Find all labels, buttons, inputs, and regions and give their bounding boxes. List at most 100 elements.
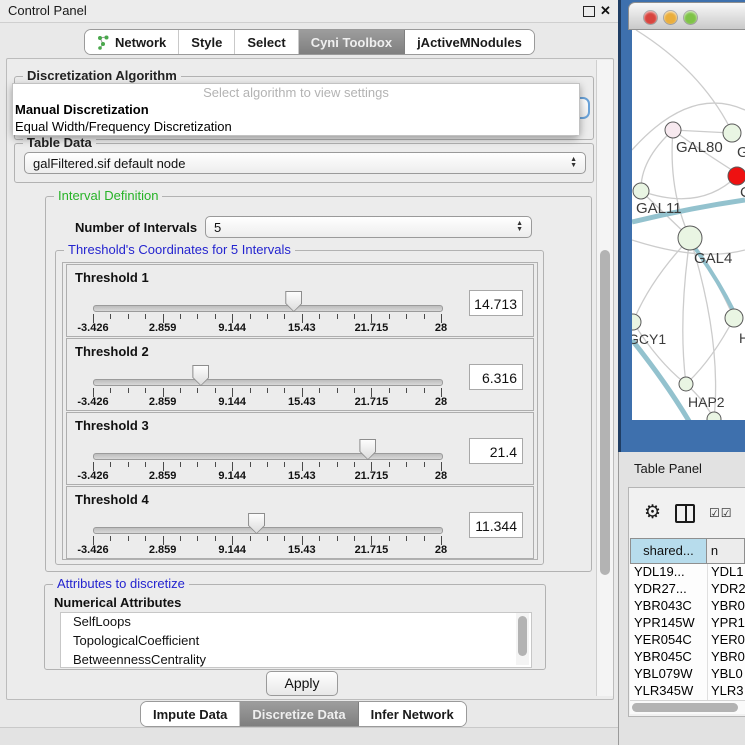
tab-infer-network[interactable]: Infer Network (359, 702, 466, 726)
numerical-attributes-list[interactable]: SelfLoopsTopologicalCoefficientBetweenne… (60, 612, 532, 668)
tick-mark (180, 536, 181, 541)
threshold-value-field[interactable]: 6.316 (469, 364, 523, 390)
tick-mark (406, 462, 407, 467)
table-row[interactable]: YLR345WYLR3 (630, 683, 745, 700)
cell-shared-name: YPR145W (630, 615, 708, 632)
tick-mark (284, 388, 285, 393)
algorithm-option[interactable]: Equal Width/Frequency Discretization (13, 118, 579, 135)
table-row[interactable]: YPR145WYPR1 (630, 615, 745, 632)
threshold-slider-thumb[interactable] (285, 291, 302, 312)
tick-mark (319, 314, 320, 319)
attributes-scrollbar-thumb[interactable] (518, 616, 527, 656)
threshold-slider[interactable] (93, 439, 441, 461)
network-node[interactable] (633, 183, 649, 199)
attribute-list-item[interactable]: TopologicalCoefficient (61, 632, 531, 651)
threshold-value-field[interactable]: 21.4 (469, 438, 523, 464)
axis-tick-label: 9.144 (218, 322, 246, 334)
tick-mark (267, 314, 268, 319)
table-data-title: Table Data (23, 135, 96, 150)
table-hscrollbar[interactable] (630, 700, 745, 714)
gear-icon[interactable]: ⚙ (644, 504, 661, 522)
algorithm-placeholder-option[interactable]: Select algorithm to view settings (13, 84, 579, 101)
network-node[interactable] (678, 226, 702, 250)
tick-mark (337, 388, 338, 393)
tab-jactivemnodules[interactable]: jActiveMNodules (405, 30, 534, 54)
panel-scrollbar-thumb[interactable] (600, 250, 610, 575)
number-of-intervals-combobox[interactable]: 5 ▲▼ (205, 216, 532, 238)
network-node[interactable] (728, 167, 745, 185)
table-row[interactable]: YBR043CYBR0 (630, 598, 745, 615)
close-icon[interactable]: ✕ (600, 3, 611, 19)
tick-mark (267, 388, 268, 393)
tick-mark (389, 536, 390, 541)
tab-cyni-toolbox[interactable]: Cyni Toolbox (299, 30, 405, 54)
network-node[interactable] (707, 412, 721, 420)
table-row[interactable]: YBR045CYBR0 (630, 649, 745, 666)
column-header-shared-name[interactable]: shared... (630, 538, 707, 564)
network-node[interactable] (723, 124, 741, 142)
attributes-scrollbar[interactable] (516, 613, 529, 665)
mac-zoom-button[interactable] (684, 11, 697, 24)
axis-tick-label: -3.426 (77, 396, 108, 408)
cell-shared-name: YBL079W (630, 666, 708, 683)
select-columns-icon[interactable]: ☑☑ (709, 506, 733, 520)
tick-mark (406, 388, 407, 393)
network-node-label: GAL4 (694, 250, 732, 267)
split-columns-icon[interactable] (675, 504, 695, 523)
network-node[interactable] (725, 309, 743, 327)
axis-tick-label: 28 (435, 322, 447, 334)
float-window-icon[interactable] (583, 6, 595, 17)
mac-close-button[interactable] (644, 11, 657, 24)
tab-network[interactable]: Network (85, 30, 179, 54)
tick-mark (110, 314, 111, 319)
threshold-slider[interactable] (93, 513, 441, 535)
threshold-slider-thumb[interactable] (192, 365, 209, 386)
network-node[interactable] (632, 314, 641, 330)
screen: Control Panel ✕ NetworkStyleSelectCyni T… (0, 0, 745, 745)
threshold-slider-thumb[interactable] (248, 513, 265, 534)
network-canvas[interactable]: GAL80GACGAL11GAL4GCY1HHAP2 (632, 30, 745, 420)
mac-minimize-button[interactable] (664, 11, 677, 24)
threshold-slider[interactable] (93, 291, 441, 313)
threshold-label: Threshold 1 (75, 270, 149, 285)
threshold-value-field[interactable]: 11.344 (469, 512, 523, 538)
tab-label: Discretize Data (252, 707, 345, 722)
network-node[interactable] (679, 377, 693, 391)
threshold-slider-thumb-face (193, 366, 208, 385)
tab-discretize-data[interactable]: Discretize Data (240, 702, 358, 726)
tab-impute-data[interactable]: Impute Data (141, 702, 240, 726)
axis-tick-label: 21.715 (355, 544, 389, 556)
tick-mark (250, 388, 251, 393)
tick-mark (389, 388, 390, 393)
table-row[interactable]: YER054CYER0 (630, 632, 745, 649)
axis-tick-label: 15.43 (288, 544, 316, 556)
panel-scrollbar[interactable] (596, 60, 613, 696)
tick-mark (424, 314, 425, 319)
threshold-value-field[interactable]: 14.713 (469, 290, 523, 316)
table-hscrollbar-thumb[interactable] (632, 703, 738, 712)
tick-mark (267, 536, 268, 541)
table-data-combobox[interactable]: galFiltered.sif default node ▲▼ (24, 152, 586, 174)
threshold-slider[interactable] (93, 365, 441, 387)
table-row[interactable]: YBL079WYBL0 (630, 666, 745, 683)
network-node[interactable] (665, 122, 681, 138)
interval-definition-title: Interval Definition (54, 188, 162, 203)
threshold-label: Threshold 2 (75, 344, 149, 359)
column-header-name[interactable]: n (707, 538, 745, 564)
tab-select[interactable]: Select (235, 30, 298, 54)
algorithm-option[interactable]: Manual Discretization (13, 101, 579, 118)
tick-mark (284, 314, 285, 319)
tab-style[interactable]: Style (179, 30, 235, 54)
table-row[interactable]: YDR27...YDR2 (630, 581, 745, 598)
table-row[interactable]: YDL19...YDL1 (630, 564, 745, 581)
axis-tick-label: 21.715 (355, 322, 389, 334)
axis-tick-label: 2.859 (149, 470, 177, 482)
threshold-slider-thumb[interactable] (359, 439, 376, 460)
top-tab-bar: NetworkStyleSelectCyni ToolboxjActiveMNo… (84, 29, 535, 55)
axis-tick-label: 2.859 (149, 544, 177, 556)
attribute-list-item[interactable]: BetweennessCentrality (61, 651, 531, 668)
cell-shared-name: YBR045C (630, 649, 708, 666)
apply-button[interactable]: Apply (266, 671, 338, 696)
attribute-list-item[interactable]: SelfLoops (61, 613, 531, 632)
tick-mark (128, 536, 129, 541)
